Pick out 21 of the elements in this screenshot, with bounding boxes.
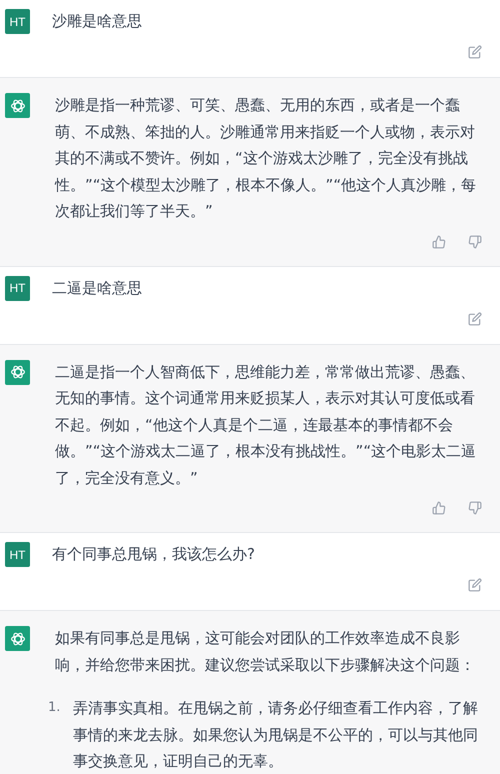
message-text: 有个同事总甩锅，我该怎么办? (52, 544, 255, 565)
message-paragraph: 二逼是指一个人智商低下，思维能力差，常常做出荒谬、愚蠢、无知的事情。这个词通常用来贬损某人，表示对其认可度低或看不起。例如，“他这个人真是个二逼，连最基本的事情都不会做。”“这个游戏太二逼了，根本没有挑战性。”“这个电影太二逼了，完全没有意义。” (55, 362, 478, 488)
list-number: 1. (48, 699, 62, 717)
assistant-avatar-icon (5, 93, 30, 118)
thumbs-up-icon[interactable] (432, 234, 446, 248)
list-item-text: 弄清事实真相。在甩锅之前，请务必仔细查看工作内容，了解事情的来龙去脉。如果您认为甩锅是不公平的，可以与其他同事交换意见，证明自己的无辜。 (73, 698, 479, 772)
edit-icon[interactable] (468, 578, 482, 592)
edit-icon[interactable] (468, 45, 482, 59)
thumbs-down-icon[interactable] (468, 234, 482, 248)
message-paragraph: 如果有同事总是甩锅，这可能会对团队的工作效率造成不良影响，并给您带来困扰。建议您尝试采取以下步骤解决这个问题： (55, 628, 476, 676)
message-text: 沙雕是啥意思 (52, 11, 142, 32)
message-text: 二逼是啥意思 (52, 278, 142, 298)
message-paragraph: 沙雕是指一种荒谬、可笑、愚蠢、无用的东西，或者是一个蠢萌、不成熟、笨拙的人。沙雕通常用来指贬一个人或物，表示对其的不满或不赞许。例如，“这个游戏太沙雕了，完全没有挑战性。”“这个模型太沙雕了，根本不像人。”“他这个人真沙雕，每次都让我们等了半天。” (55, 95, 478, 222)
user-avatar: HT (5, 542, 30, 567)
thumbs-up-icon[interactable] (432, 501, 446, 515)
assistant-avatar-icon (5, 360, 30, 384)
edit-icon[interactable] (468, 312, 482, 326)
user-avatar: HT (5, 9, 30, 34)
user-avatar: HT (5, 276, 30, 300)
assistant-avatar-icon (5, 626, 30, 651)
thumbs-down-icon[interactable] (468, 501, 482, 515)
